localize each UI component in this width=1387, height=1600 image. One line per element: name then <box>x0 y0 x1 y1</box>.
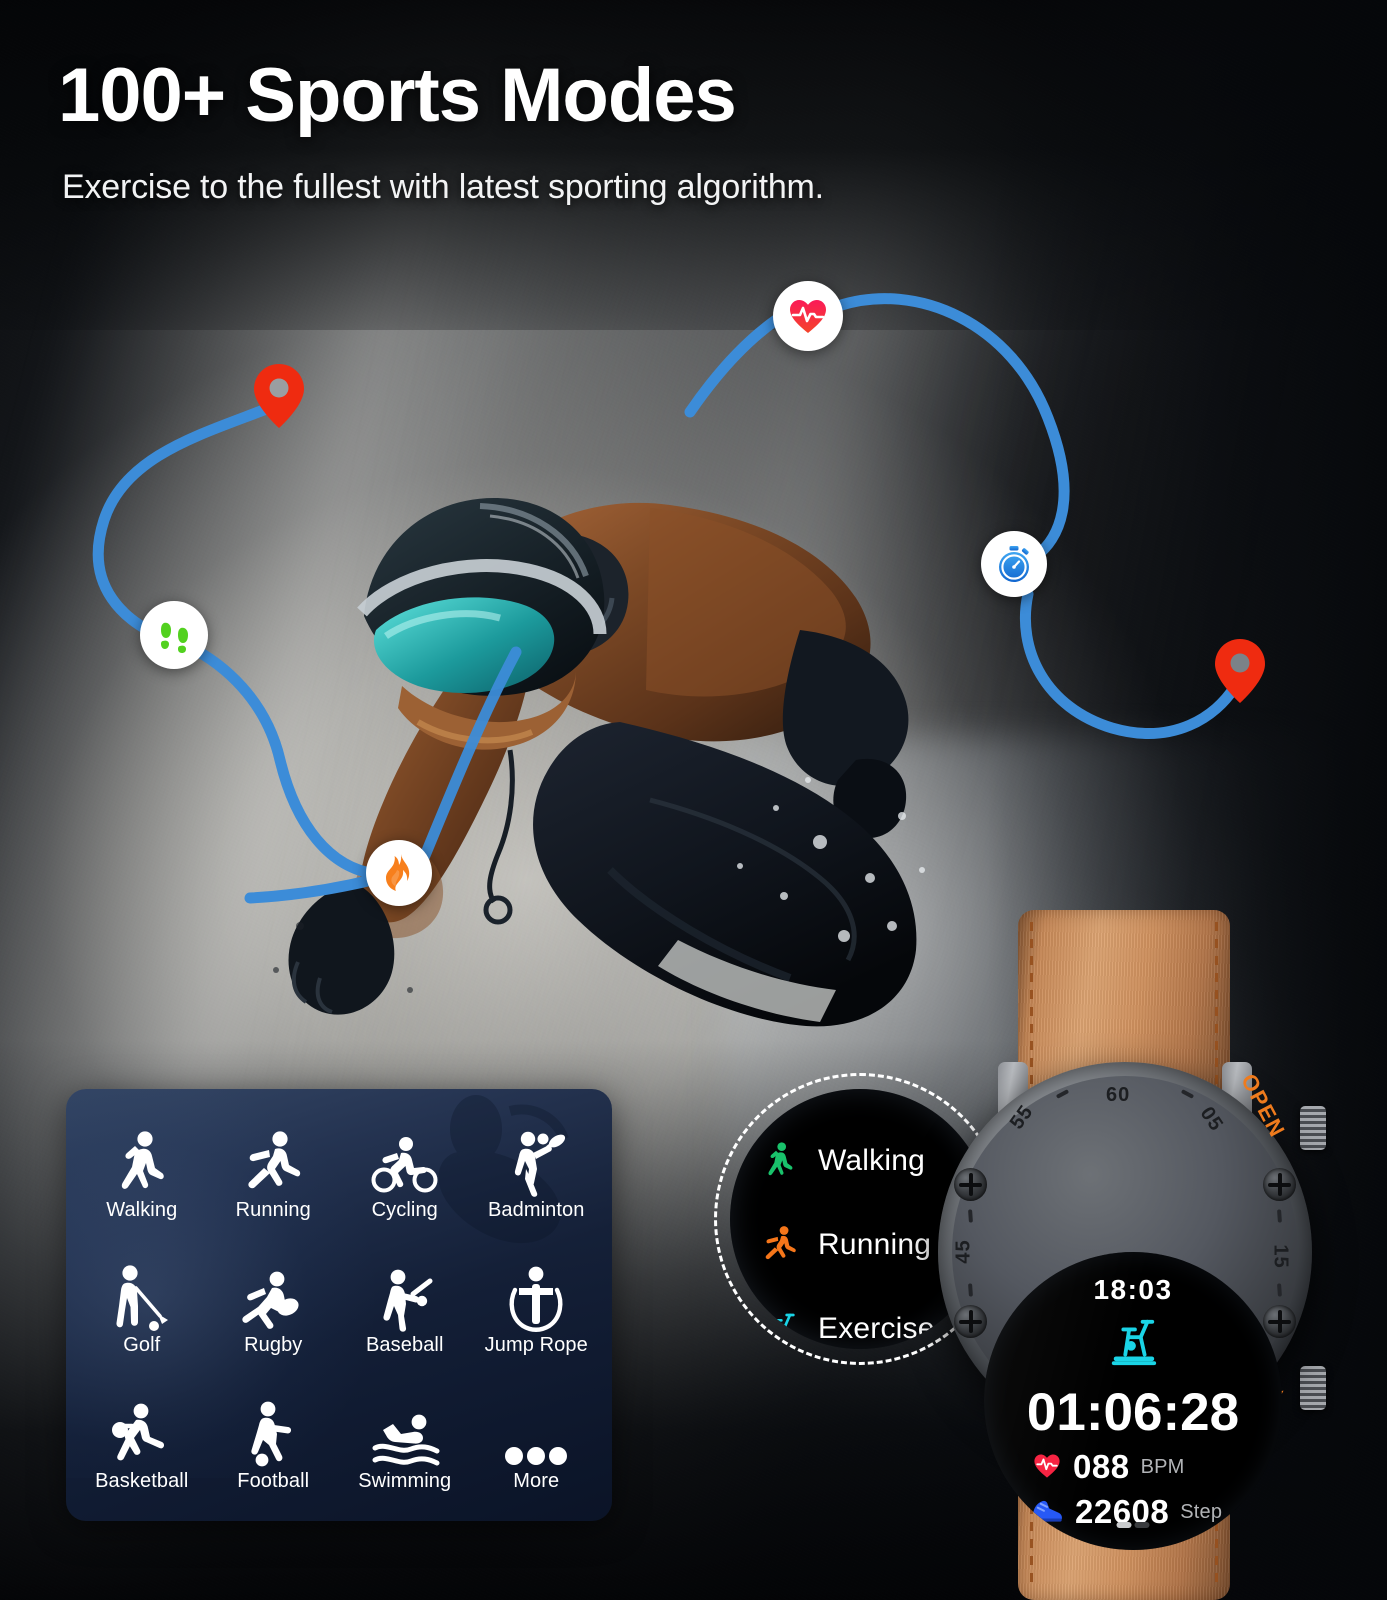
sport-mode-jump-rope[interactable]: Jump Rope <box>471 1240 603 1375</box>
heart-rate-badge <box>773 281 843 351</box>
bezel-number-60: 60 <box>1106 1084 1131 1106</box>
sport-mode-label: Football <box>237 1469 310 1492</box>
smartwatch-product: 60 05 15 25 30 35 40 45 50 55 OPEN BACK <box>930 910 1326 1600</box>
cycling-icon <box>370 1123 440 1197</box>
sport-mode-label: Basketball <box>95 1469 189 1492</box>
watch-case: 60 05 15 25 30 35 40 45 50 55 OPEN BACK <box>938 1062 1312 1550</box>
sport-mode-rugby[interactable]: Rugby <box>208 1240 340 1375</box>
sport-mode-football[interactable]: Football <box>208 1376 340 1511</box>
ellipsis-icon <box>503 1394 569 1468</box>
exercise-bike-icon <box>760 1310 800 1348</box>
sport-mode-baseball[interactable]: Baseball <box>339 1240 471 1375</box>
marketing-banner: 100+ Sports Modes Exercise to the fulles… <box>0 0 1387 1600</box>
case-screw <box>954 1305 987 1338</box>
sport-mode-label: Baseball <box>365 1334 444 1357</box>
callout-item-exercise[interactable]: Exercise <box>760 1307 935 1349</box>
bezel-tick <box>1277 1209 1282 1223</box>
sport-mode-label: Running <box>235 1199 311 1222</box>
footsteps-badge <box>140 601 208 669</box>
heart-pulse-icon <box>787 295 829 337</box>
sport-mode-cycling[interactable]: Cycling <box>339 1105 471 1240</box>
sports-modes-panel: Walking Running Cycling Badminton Golf R… <box>66 1089 612 1521</box>
callout-menu-list: Walking Running Exercise <box>760 1139 935 1349</box>
sport-mode-golf[interactable]: Golf <box>76 1240 208 1375</box>
watch-crown-top[interactable] <box>1300 1106 1326 1150</box>
page-title: 100+ Sports Modes <box>58 53 737 138</box>
sport-mode-label: More <box>513 1469 560 1492</box>
bezel-tick <box>968 1283 973 1297</box>
basketball-icon <box>110 1394 174 1468</box>
case-screw <box>954 1168 987 1201</box>
stopwatch-badge <box>981 531 1047 597</box>
sport-mode-label: Walking <box>106 1199 178 1222</box>
sport-mode-walking[interactable]: Walking <box>76 1105 208 1240</box>
sports-modes-grid: Walking Running Cycling Badminton Golf R… <box>66 1089 612 1521</box>
footsteps-icon <box>156 617 192 653</box>
callout-item-walking[interactable]: Walking <box>760 1139 935 1183</box>
sport-mode-label: Rugby <box>244 1334 303 1357</box>
rugby-icon <box>240 1258 306 1332</box>
sport-mode-swimming[interactable]: Swimming <box>339 1376 471 1511</box>
sport-mode-label: Swimming <box>358 1469 452 1492</box>
golf-icon <box>110 1258 174 1332</box>
strap-stitching-right <box>1215 922 1218 1098</box>
callout-item-label: Exercise <box>818 1312 935 1345</box>
sport-mode-label: Golf <box>123 1334 161 1357</box>
badminton-icon <box>503 1123 569 1197</box>
callout-item-label: Walking <box>818 1144 925 1177</box>
jump-rope-icon <box>507 1258 565 1333</box>
bezel-number-45: 45 <box>952 1239 975 1264</box>
walking-icon <box>760 1140 800 1182</box>
sport-mode-more[interactable]: More <box>471 1376 603 1511</box>
sport-mode-label: Cycling <box>371 1199 438 1222</box>
watch-screen[interactable]: 18:03 <box>984 1252 1282 1550</box>
walking-icon <box>114 1123 170 1197</box>
stopwatch-icon <box>994 544 1034 584</box>
strap-stitching-left <box>1030 922 1033 1098</box>
sport-mode-badminton[interactable]: Badminton <box>471 1105 603 1240</box>
bezel-number-15: 15 <box>1269 1244 1292 1269</box>
football-icon <box>240 1394 306 1468</box>
running-icon <box>242 1123 304 1197</box>
callout-item-label: Running <box>818 1228 932 1261</box>
map-pin-left <box>252 362 306 430</box>
watch-crown-bottom[interactable] <box>1300 1366 1326 1410</box>
sport-mode-running[interactable]: Running <box>208 1105 340 1240</box>
calories-badge <box>366 840 432 906</box>
running-icon <box>760 1224 800 1266</box>
case-screw <box>1263 1168 1296 1201</box>
page-subtitle: Exercise to the fullest with latest spor… <box>62 168 824 206</box>
sport-mode-label: Badminton <box>487 1199 585 1222</box>
sport-mode-label: Jump Rope <box>484 1334 588 1357</box>
sport-mode-basketball[interactable]: Basketball <box>76 1376 208 1511</box>
flame-icon <box>382 853 416 893</box>
snowboarder-photo <box>180 330 940 1030</box>
swimming-icon <box>369 1394 441 1468</box>
map-pin-right <box>1213 637 1267 705</box>
callout-item-running[interactable]: Running <box>760 1223 935 1267</box>
bezel-tick <box>968 1209 973 1223</box>
baseball-icon <box>372 1258 438 1333</box>
